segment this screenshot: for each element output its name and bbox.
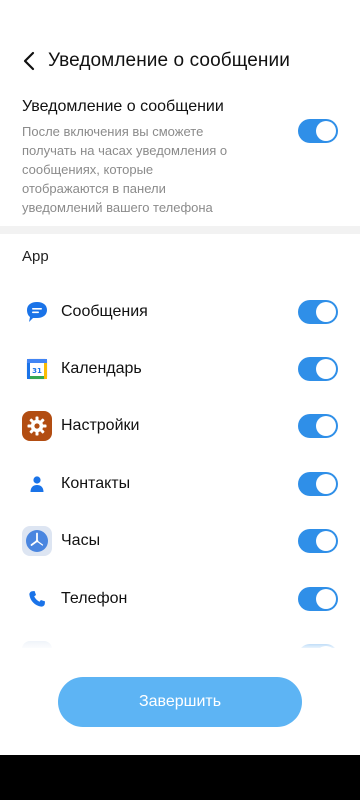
clock-icon	[22, 526, 52, 557]
system-navigation-bar	[0, 755, 360, 800]
messages-icon	[22, 297, 52, 327]
app-row-calendar: 31 Календарь	[0, 340, 360, 397]
back-arrow-icon	[23, 51, 35, 71]
toggle-knob	[316, 121, 336, 141]
app-name: Настройки	[61, 417, 140, 435]
toggle-knob	[316, 588, 336, 609]
app-name: Сообщения	[61, 302, 148, 320]
app-row-settings: Настройки	[0, 398, 360, 455]
app-toggle-settings[interactable]	[298, 414, 338, 439]
app-list[interactable]: Сообщения 31 Календарь Настройки Контакт…	[0, 283, 360, 648]
app-row-phone: Телефон	[0, 570, 360, 627]
finish-button[interactable]: Завершить	[58, 677, 302, 727]
toggle-knob	[316, 359, 336, 380]
app-toggle-phone[interactable]	[298, 586, 338, 611]
section-divider	[0, 226, 360, 234]
settings-gear-icon	[22, 411, 52, 442]
phone-icon	[22, 584, 52, 614]
app-toggle-calendar[interactable]	[298, 357, 338, 382]
toggle-knob	[316, 301, 336, 322]
app-name: Контакты	[61, 474, 131, 492]
app-toggle-clock[interactable]	[298, 529, 338, 554]
master-toggle[interactable]	[298, 119, 338, 143]
toggle-knob	[316, 531, 336, 552]
app-name: Часы	[61, 532, 101, 550]
app-row-clock: Часы	[0, 513, 360, 570]
app-toggle-messages[interactable]	[298, 299, 338, 324]
app-section-label: App	[22, 248, 49, 265]
contacts-icon	[22, 469, 52, 499]
list-fade	[0, 630, 360, 650]
master-setting-title: Уведомление о сообщении	[22, 98, 224, 115]
svg-text:31: 31	[32, 367, 42, 375]
back-button[interactable]	[18, 50, 40, 72]
page-title: Уведомление о сообщении	[48, 50, 290, 71]
toggle-knob	[316, 473, 336, 494]
calendar-icon: 31	[22, 354, 52, 384]
app-toggle-contacts[interactable]	[298, 471, 338, 496]
app-name: Календарь	[61, 360, 142, 378]
master-setting-description: После включения вы сможете получать на ч…	[22, 124, 228, 215]
app-row-messages: Сообщения	[0, 283, 360, 340]
app-row-contacts: Контакты	[0, 455, 360, 512]
app-name: Телефон	[61, 589, 128, 607]
header: Уведомление о сообщении	[0, 38, 360, 84]
toggle-knob	[316, 416, 336, 437]
master-notification-setting: Уведомление о сообщении После включения …	[0, 92, 360, 222]
